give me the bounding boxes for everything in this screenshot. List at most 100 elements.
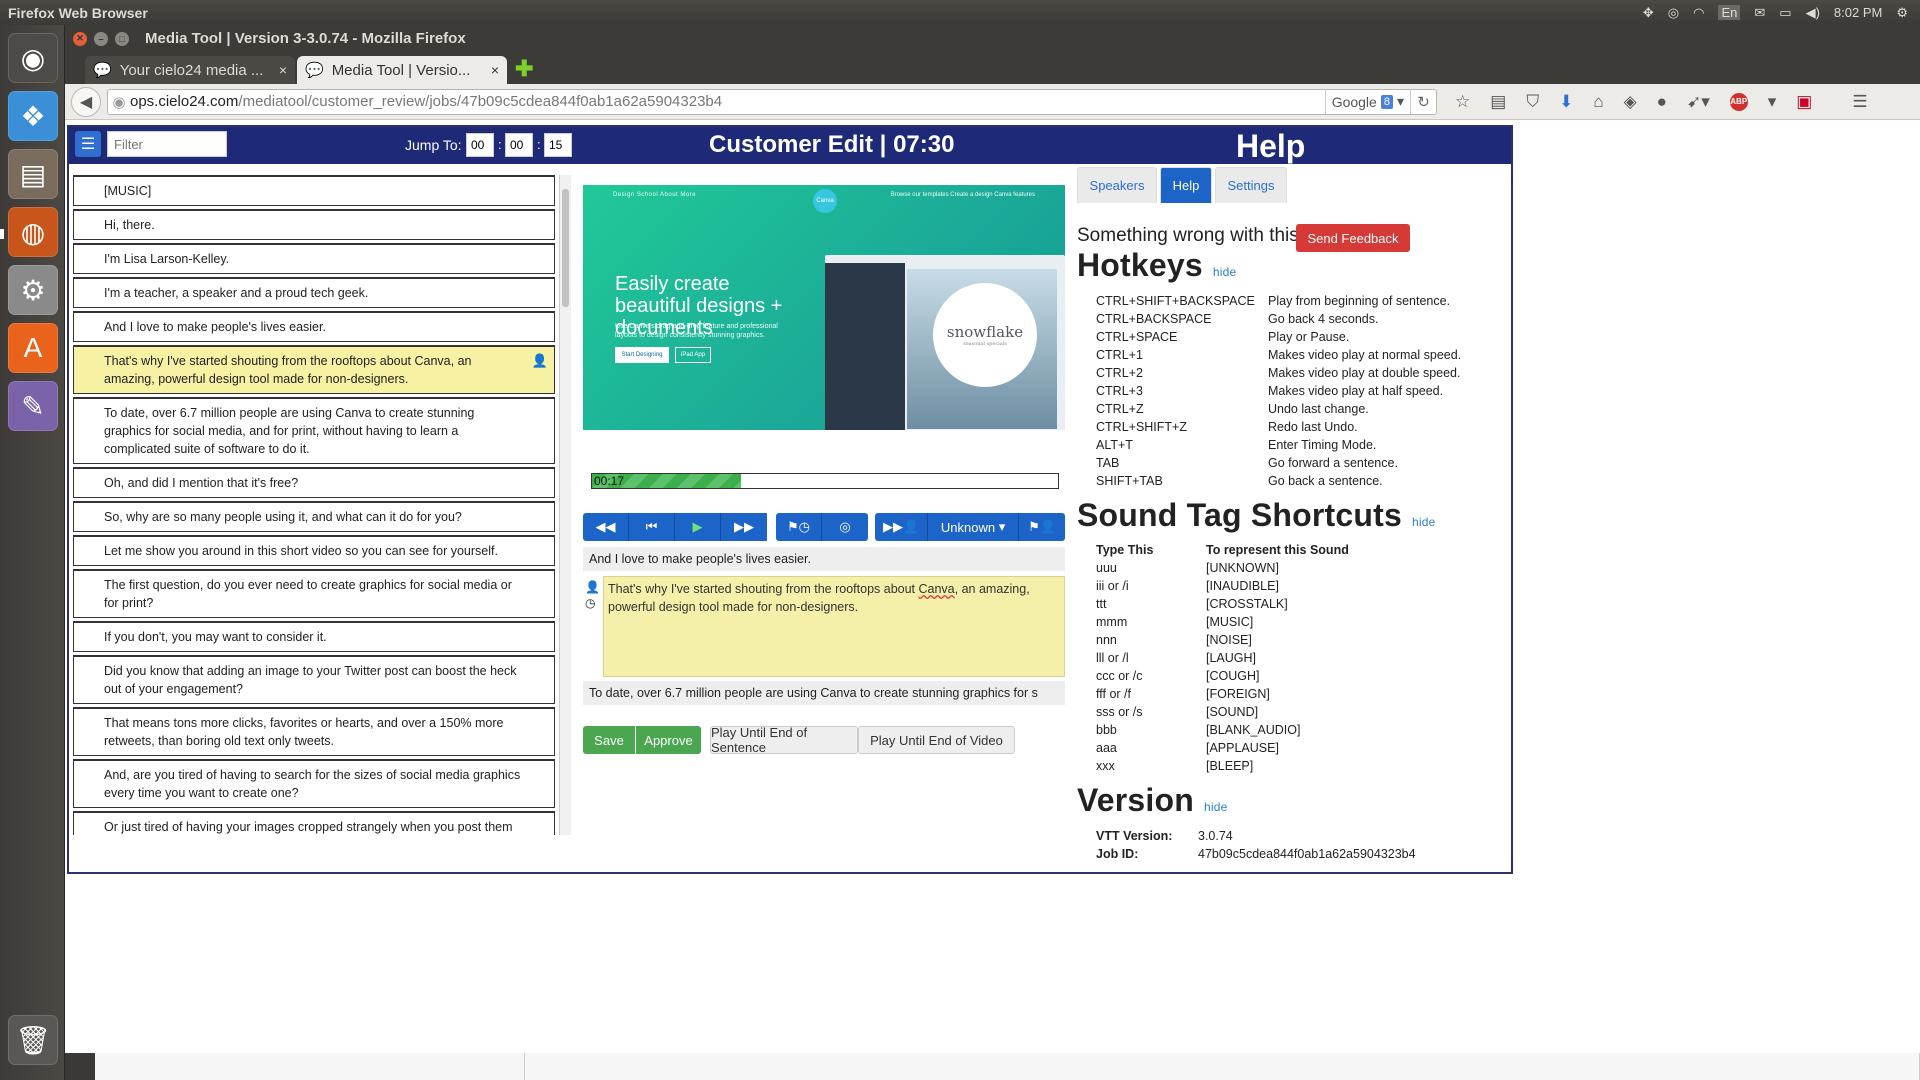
clock[interactable]: 8:02 PM xyxy=(1834,5,1882,20)
speaker-change-icon[interactable]: 👤 xyxy=(532,352,548,370)
fast-forward-button[interactable]: ▶▶ xyxy=(721,513,767,541)
save-button[interactable]: Save xyxy=(583,726,635,754)
sentence-item[interactable]: So, why are so many people using it, and… xyxy=(73,501,555,532)
flag-speaker-button[interactable]: ⚑👤 xyxy=(1019,513,1065,541)
sentence-item-current[interactable]: That's why I've started shouting from th… xyxy=(73,345,555,394)
sentence-item[interactable]: I'm Lisa Larson-Kelley. xyxy=(73,243,555,274)
jump-seconds-field[interactable] xyxy=(544,133,572,157)
tab-help[interactable]: Help xyxy=(1160,167,1212,203)
search-engine-selector[interactable]: Google 8 ▾ xyxy=(1324,89,1410,114)
sentence-item[interactable]: Or just tired of having your images crop… xyxy=(73,811,555,835)
scrollbar-thumb[interactable] xyxy=(562,189,569,307)
flag-timer-button[interactable]: ⚑◷ xyxy=(776,513,822,541)
tab-speakers[interactable]: Speakers xyxy=(1077,167,1157,203)
sound-tags-hide-link[interactable]: hide xyxy=(1412,515,1436,529)
dropbox-tray-icon[interactable]: ✥ xyxy=(1643,5,1654,21)
extension-icon[interactable]: ➹▾ xyxy=(1687,92,1710,112)
hotkeys-hide-link[interactable]: hide xyxy=(1213,265,1237,279)
dropbox-launcher-icon[interactable]: ❖ xyxy=(8,91,58,141)
gear-icon[interactable]: ⚙ xyxy=(1896,5,1908,21)
reading-list-icon[interactable]: ▤ xyxy=(1490,92,1506,112)
owl-icon[interactable]: ◈ xyxy=(1624,92,1637,112)
video-player[interactable]: Design School About More Canva Browse ou… xyxy=(583,185,1065,430)
reload-icon[interactable]: ↻ xyxy=(1410,89,1436,114)
sound-tag-label: [LAUGH] xyxy=(1206,651,1257,665)
sentence-item[interactable]: [MUSIC] xyxy=(73,175,555,206)
maximize-window-icon[interactable]: □ xyxy=(115,31,129,46)
jump-hours-field[interactable] xyxy=(466,133,494,157)
browser-tab[interactable]: 💬 Your cielo24 media ... × xyxy=(85,56,295,84)
minimize-window-icon[interactable]: – xyxy=(94,31,108,46)
clock-icon[interactable]: ◷ xyxy=(585,595,601,611)
speaker-change-icon[interactable]: 👤 xyxy=(585,579,601,595)
url-bar[interactable]: ◉ ops.cielo24.com/mediatool/customer_rev… xyxy=(107,88,1437,115)
sync-tray-icon[interactable]: ◎ xyxy=(1668,5,1679,21)
globe-icon: ◉ xyxy=(112,93,126,111)
url-text[interactable]: ops.cielo24.com/mediatool/customer_revie… xyxy=(130,93,722,110)
sentence-item[interactable]: And, are you tired of having to search f… xyxy=(73,759,555,808)
firefox-launcher-icon[interactable]: ◍ xyxy=(8,207,58,257)
next-sentence[interactable]: To date, over 6.7 million people are usi… xyxy=(583,681,1065,705)
close-window-icon[interactable]: ✕ xyxy=(73,31,87,46)
play-button[interactable]: ▶ xyxy=(675,513,721,541)
fast-rewind-button[interactable]: ◀◀ xyxy=(583,513,629,541)
filter-input[interactable] xyxy=(107,131,227,157)
new-tab-icon[interactable]: ✚ xyxy=(515,56,533,82)
sentence-list-scrollbar[interactable] xyxy=(559,175,571,835)
close-tab-icon[interactable]: × xyxy=(491,62,499,78)
sound-tag-shortcut: ccc or /c xyxy=(1096,669,1143,683)
home-icon[interactable]: ⌂ xyxy=(1593,92,1603,112)
hangouts-icon[interactable]: ● xyxy=(1657,92,1667,112)
browser-tab-active[interactable]: 💬 Media Tool | Versio... × xyxy=(297,56,507,84)
settings-launcher-icon[interactable]: ⚙ xyxy=(8,265,58,315)
sentence-item[interactable]: And I love to make people's lives easier… xyxy=(73,311,555,342)
previous-sentence[interactable]: And I love to make people's lives easier… xyxy=(583,547,1065,571)
bookmark-star-icon[interactable]: ☆ xyxy=(1455,92,1470,112)
pidgin-launcher-icon[interactable]: ✎ xyxy=(8,381,58,431)
adblock-icon[interactable]: ABP xyxy=(1729,92,1748,111)
version-hide-link[interactable]: hide xyxy=(1204,800,1228,814)
trash-icon[interactable]: 🗑 xyxy=(8,1015,58,1065)
language-indicator[interactable]: En xyxy=(1718,5,1741,20)
hamburger-menu-button[interactable]: ☰ xyxy=(75,131,101,157)
sound-tag-label: [INAUDIBLE] xyxy=(1206,579,1279,593)
play-until-end-video-button[interactable]: Play Until End of Video xyxy=(858,726,1015,754)
ubuntu-dash-icon[interactable]: ◉ xyxy=(8,33,58,83)
sentence-item[interactable]: If you don't, you may want to consider i… xyxy=(73,621,555,652)
download-icon[interactable]: ⬇ xyxy=(1559,92,1573,112)
sentence-text: That means tons more clicks, favorites o… xyxy=(104,716,504,748)
back-arrow-icon[interactable]: ◀ xyxy=(71,86,101,117)
target-button[interactable]: ◎ xyxy=(822,513,868,541)
speaker-skip-button[interactable]: ▶▶👤 xyxy=(875,513,929,541)
approve-button[interactable]: Approve xyxy=(636,726,701,754)
close-tab-icon[interactable]: × xyxy=(279,62,287,78)
chevron-down-icon[interactable]: ▾ xyxy=(1768,92,1777,112)
send-feedback-button[interactable]: Send Feedback xyxy=(1296,224,1410,252)
jump-minutes-field[interactable] xyxy=(505,133,533,157)
speaker-dropdown-label: Unknown xyxy=(940,519,996,535)
play-until-end-sentence-button[interactable]: Play Until End of Sentence xyxy=(710,725,858,755)
tab-settings[interactable]: Settings xyxy=(1215,167,1287,203)
software-center-icon[interactable]: A xyxy=(8,323,58,373)
sentence-item[interactable]: Did you know that adding an image to you… xyxy=(73,655,555,704)
sentence-item[interactable]: Let me show you around in this short vid… xyxy=(73,535,555,566)
sentence-item[interactable]: Oh, and did I mention that it's free? xyxy=(73,467,555,498)
hamburger-menu-icon[interactable]: ☰ xyxy=(1852,92,1867,112)
wifi-tray-icon[interactable]: ◠ xyxy=(1693,5,1704,21)
sound-tag-label: [FOREIGN] xyxy=(1206,687,1270,701)
files-launcher-icon[interactable]: ▤ xyxy=(8,149,58,199)
pocket-icon[interactable]: ⛉ xyxy=(1526,92,1539,112)
video-progress-bar[interactable]: 00:17 xyxy=(591,473,1059,489)
sentence-item[interactable]: That means tons more clicks, favorites o… xyxy=(73,707,555,756)
sentence-item[interactable]: To date, over 6.7 million people are usi… xyxy=(73,397,555,464)
sentence-item[interactable]: I'm a teacher, a speaker and a proud tec… xyxy=(73,277,555,308)
mail-tray-icon[interactable]: ✉ xyxy=(1754,5,1765,21)
sentence-item[interactable]: The first question, do you ever need to … xyxy=(73,569,555,618)
skip-back-button[interactable]: ⏮ xyxy=(629,513,675,541)
battery-tray-icon[interactable]: ▭ xyxy=(1779,5,1791,21)
volume-tray-icon[interactable]: ◀) xyxy=(1806,5,1820,21)
sentence-editor[interactable]: That's why I've started shouting from th… xyxy=(603,576,1065,677)
sentence-item[interactable]: Hi, there. xyxy=(73,209,555,240)
speaker-dropdown[interactable]: Unknown ▾ xyxy=(928,513,1019,541)
lastpass-icon[interactable]: ▣ xyxy=(1796,92,1812,112)
